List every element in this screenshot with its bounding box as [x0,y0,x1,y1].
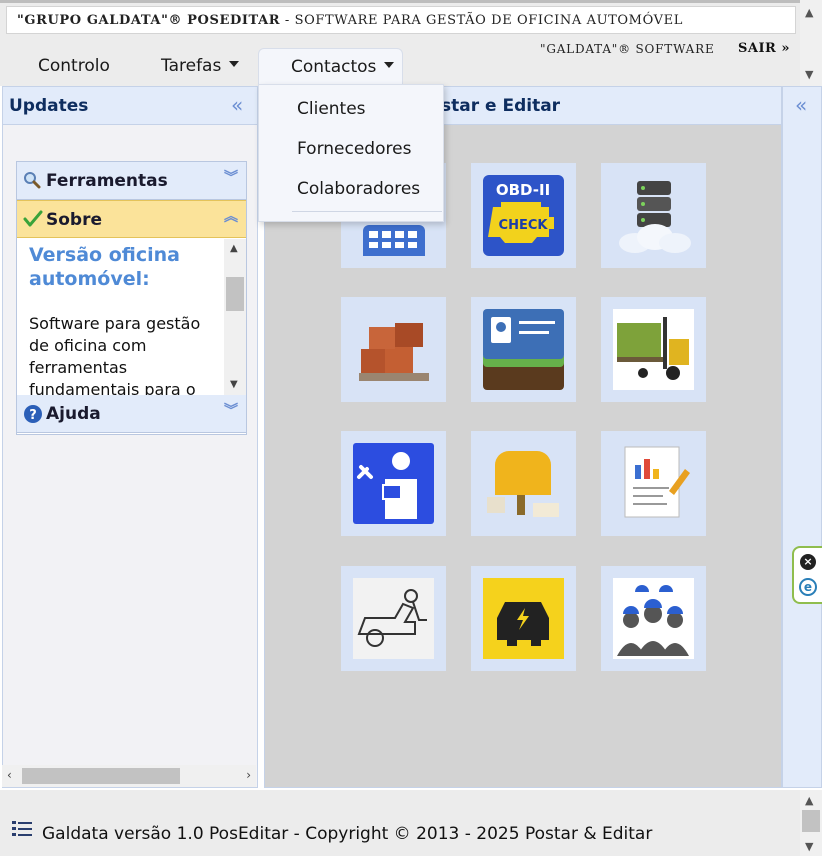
accordion-label: Sobre [46,210,103,230]
contactos-dropdown: Clientes Fornecedores Colaboradores [258,84,444,222]
accordion-header-sobre[interactable]: Sobre ︽ [17,200,246,238]
west-panel-header: Updates « [3,87,257,125]
accordion-label: Ajuda [46,404,101,424]
svg-text:?: ? [29,408,37,423]
tile-mechanic[interactable] [341,431,446,536]
tile-contacts[interactable] [471,297,576,402]
title-box: "GRUPO GALDATA"® POSEDITAR - SOFTWARE PA… [6,6,796,34]
list-icon [12,821,32,836]
tile-workers[interactable] [601,566,706,671]
accordion: Ferramentas ︾ Sobre ︽ Versão oficina aut… [16,161,247,435]
tile-cloud-server[interactable] [601,163,706,268]
tile-mailbox[interactable] [471,431,576,536]
collapse-left-icon[interactable]: « [231,95,243,115]
main-menu-bar: Controlo Tarefas Contactos "GALDATA"® SO… [0,36,800,86]
side-toolbar-tab: × e [792,546,822,604]
forklift-icon [613,309,694,390]
caret-down-icon [229,61,240,67]
scroll-right-arrow[interactable]: › [246,768,251,782]
chevron-double-down-icon: ︾ [224,170,238,186]
report-chart-icon [624,446,690,518]
tile-obd[interactable]: OBD-II CHECK [471,163,576,268]
electric-car-icon [483,578,564,659]
scroll-thumb[interactable] [226,277,244,311]
scroll-down-arrow[interactable]: ▼ [805,840,813,853]
app-title-subtitle: - SOFTWARE PARA GESTÃO DE OFICINA AUTOMÓ… [280,13,683,28]
scroll-down-arrow[interactable]: ▼ [230,379,238,390]
dropdown-item-colaboradores[interactable]: Colaboradores [297,179,420,199]
collapse-right-icon[interactable]: « [795,95,807,115]
chevron-double-up-icon: ︽ [224,209,238,225]
app-title: "GRUPO GALDATA"® POSEDITAR - SOFTWARE PA… [17,13,683,28]
tile-forklift[interactable] [601,297,706,402]
checkmark-icon [23,210,43,233]
scroll-down-arrow[interactable]: ▼ [805,68,813,81]
west-panel: Updates « Ferramentas ︾ Sobre ︽ Versão o… [2,86,258,788]
tile-car-repair[interactable] [341,566,446,671]
mechanic-manual-icon [353,443,434,524]
check-label: CHECK [499,218,549,233]
obd-check-engine-icon: OBD-II CHECK [483,175,564,256]
cloud-server-icon [619,181,691,253]
caret-down-icon [384,62,395,68]
scroll-left-arrow[interactable]: ‹ [7,768,12,782]
boxes-pallet-icon [359,323,429,381]
tile-report[interactable] [601,431,706,536]
menu-contactos[interactable]: Contactos [258,48,403,84]
west-panel-title: Updates [9,96,89,116]
footer-copyright: Galdata versão 1.0 PosEditar - Copyright… [42,824,653,844]
accordion-body-sobre: Versão oficina automóvel: Software para … [17,239,246,395]
logout-link[interactable]: SAIR » [738,41,790,56]
west-horizontal-scrollbar[interactable]: ‹ › [2,765,256,787]
menu-tarefas[interactable]: Tarefas [161,48,240,84]
tile-electric-car[interactable] [471,566,576,671]
edge-e-icon[interactable]: e [799,578,817,596]
about-scrollbar[interactable]: ▲ ▼ [224,239,246,395]
dropdown-divider [292,211,442,212]
car-repair-icon [353,578,434,659]
dropdown-item-fornecedores[interactable]: Fornecedores [297,139,411,159]
about-text: Software para gestão de oficina com ferr… [29,314,201,395]
east-panel: « [782,86,822,788]
obd-label: OBD-II [496,181,550,199]
scroll-thumb[interactable] [22,768,180,784]
scroll-up-arrow[interactable]: ▲ [230,243,238,254]
footer: Galdata versão 1.0 PosEditar - Copyright… [0,790,800,856]
chevron-double-down-icon: ︾ [224,403,238,419]
help-icon: ? [23,404,43,429]
accordion-header-ajuda[interactable]: ? Ajuda ︾ [17,395,246,433]
tile-boxes[interactable] [341,297,446,402]
page-scrollbar-top[interactable]: ▲ ▼ [800,0,822,86]
footer-scrollbar[interactable]: ▲ ▼ [800,790,822,856]
workers-team-icon [613,578,694,659]
app-title-brand: "GRUPO GALDATA"® POSEDITAR [17,13,281,28]
scroll-up-arrow[interactable]: ▲ [805,794,813,807]
dropdown-item-clientes[interactable]: Clientes [297,99,366,119]
menu-controlo[interactable]: Controlo [38,48,110,84]
accordion-header-ferramentas[interactable]: Ferramentas ︾ [17,162,246,200]
mailbox-parcels-icon [487,451,559,517]
accordion-label: Ferramentas [46,171,168,191]
close-circle-icon[interactable]: × [800,554,816,570]
magnifier-icon [23,171,41,194]
contact-card-icon [483,309,564,390]
title-bar: "GRUPO GALDATA"® POSEDITAR - SOFTWARE PA… [0,0,822,36]
brand-link[interactable]: "GALDATA"® SOFTWARE [540,42,715,56]
scroll-thumb[interactable] [802,810,820,832]
scroll-up-arrow[interactable]: ▲ [805,6,813,19]
about-title: Versão oficina automóvel: [29,244,180,290]
